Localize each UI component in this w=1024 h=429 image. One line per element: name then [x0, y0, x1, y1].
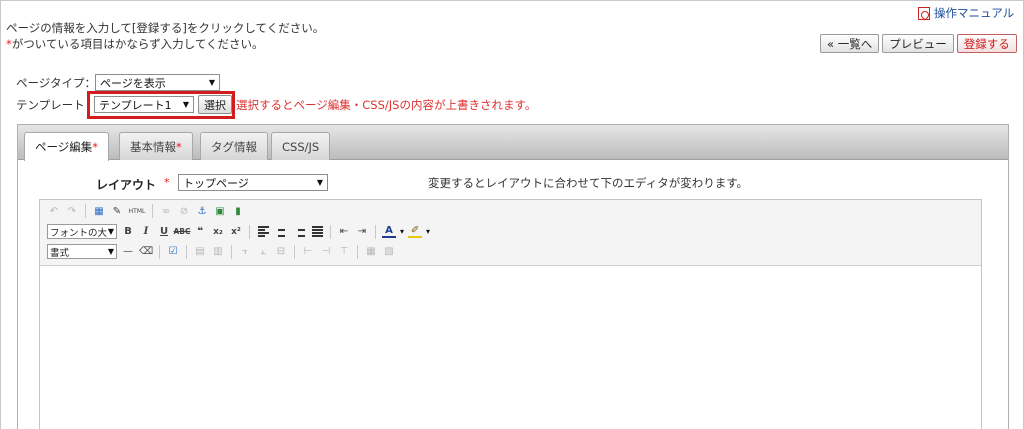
col-insert-after-icon[interactable]: ⫠	[256, 245, 270, 259]
toolbar-separator	[330, 224, 331, 239]
row-delete-icon[interactable]: ▥	[211, 245, 225, 259]
manual-link[interactable]: 操作マニュアル	[934, 5, 1014, 21]
unlink-icon[interactable]: ⊘	[177, 204, 191, 218]
bold-icon[interactable]: B	[121, 225, 135, 239]
image-icon[interactable]: ▣	[213, 204, 227, 218]
cell-split-icon[interactable]: ⊢	[301, 245, 315, 259]
horizontal-rule-icon[interactable]: —	[121, 245, 135, 259]
format-select[interactable]: 書式 ▼	[47, 244, 117, 259]
table-props-icon[interactable]: ▦	[364, 245, 378, 259]
html-source-icon[interactable]: HTML	[128, 204, 146, 218]
layout-required-mark: *	[164, 176, 170, 189]
editor-toolbar: ↶ ↷ ▦ ✎ HTML ∞ ⊘ ⚓ ▣ ▮ フォントの大きさ ▼ B I U …	[40, 200, 981, 266]
layout-hint: 変更するとレイアウトに合わせて下のエディタが変わります。	[428, 176, 749, 190]
blockquote-icon[interactable]: ❝	[193, 225, 207, 239]
toolbar-separator	[186, 244, 187, 259]
dropdown-arrow-icon: ▼	[316, 178, 323, 187]
eraser-icon[interactable]: ⌫	[139, 245, 153, 259]
toolbar-separator	[375, 224, 376, 239]
link-icon[interactable]: ∞	[159, 204, 173, 218]
media-icon[interactable]: ▮	[231, 204, 245, 218]
toolbar-separator	[152, 204, 153, 218]
instruction-line-2-text: がついている項目はかならず入力してください。	[11, 37, 264, 51]
layout-label: レイアウト	[96, 178, 157, 192]
align-left-icon[interactable]	[256, 225, 270, 239]
dropdown-arrow-icon[interactable]: ▾	[400, 227, 404, 236]
template-value: テンプレート1	[99, 98, 172, 112]
cell-merge-icon[interactable]: ⊣	[319, 245, 333, 259]
layout-value: トップページ	[183, 176, 249, 190]
pdf-icon	[918, 6, 930, 20]
cleanup-icon[interactable]: ✎	[110, 204, 124, 218]
template-select[interactable]: テンプレート1 ▼	[94, 96, 194, 113]
back-to-list-button[interactable]: « 一覧へ	[820, 34, 880, 53]
cell-props-icon[interactable]: ⊤	[337, 245, 351, 259]
row-insert-icon[interactable]: ▤	[193, 245, 207, 259]
template-label: テンプレート	[16, 98, 85, 112]
table-delete-icon[interactable]: ▧	[382, 245, 396, 259]
subscript-icon[interactable]: x₂	[211, 225, 225, 239]
preview-button[interactable]: プレビュー	[882, 34, 954, 53]
underline-icon[interactable]: U	[157, 225, 171, 239]
page-type-select[interactable]: ページを表示 ▼	[95, 74, 220, 91]
superscript-icon[interactable]: x²	[229, 225, 243, 239]
toolbar-separator	[357, 244, 358, 259]
layout-label-group: レイアウト *	[96, 176, 170, 193]
page-type-label: ページタイプ：	[16, 76, 97, 90]
col-insert-before-icon[interactable]: ⫟	[238, 245, 252, 259]
outdent-icon[interactable]: ⇤	[337, 225, 351, 239]
highlight-color-icon[interactable]: ✐	[408, 225, 423, 238]
action-buttons: « 一覧へ プレビュー 登録する	[820, 34, 1017, 53]
tab-css-js[interactable]: CSS/JS	[271, 132, 331, 160]
instructions: ページの情報を入力して[登録する]をクリックしてください。 *がついている項目は…	[6, 20, 324, 52]
tab-bar: ページ編集 * 基本情報 * タグ情報 CSS/JS	[18, 125, 1008, 161]
dropdown-arrow-icon: ▼	[182, 100, 189, 109]
undo-icon[interactable]: ↶	[47, 204, 61, 218]
align-justify-icon[interactable]	[310, 225, 324, 239]
template-select-button[interactable]: 選択	[198, 95, 232, 114]
rich-text-editor[interactable]: ↶ ↷ ▦ ✎ HTML ∞ ⊘ ⚓ ▣ ▮ フォントの大きさ ▼ B I U …	[39, 199, 982, 429]
page-type-value: ページを表示	[100, 76, 166, 90]
dropdown-arrow-icon[interactable]: ▾	[426, 227, 430, 236]
editor-content-area[interactable]	[40, 267, 981, 429]
toolbar-row-2: フォントの大きさ ▼ B I U ABC ❝ x₂ x² ⇤ ⇥ A ▾ ✐ ▾	[47, 224, 430, 239]
dropdown-arrow-icon: ▼	[208, 78, 215, 87]
toolbar-separator	[159, 244, 160, 259]
align-right-icon[interactable]	[292, 225, 306, 239]
register-button[interactable]: 登録する	[956, 34, 1017, 53]
font-size-select[interactable]: フォントの大きさ ▼	[47, 224, 117, 239]
manual-link-group[interactable]: 操作マニュアル	[918, 5, 1014, 21]
col-delete-icon[interactable]: ⊟	[274, 245, 288, 259]
indent-icon[interactable]: ⇥	[355, 225, 369, 239]
table-icon[interactable]: ▦	[92, 204, 106, 218]
dropdown-arrow-icon: ▼	[107, 227, 114, 236]
dropdown-arrow-icon: ▼	[107, 247, 114, 256]
toolbar-separator	[85, 204, 86, 218]
font-color-icon[interactable]: A	[382, 225, 396, 238]
tab-tag-info[interactable]: タグ情報	[200, 132, 268, 160]
tab-page-edit[interactable]: ページ編集 *	[24, 132, 110, 161]
toolbar-separator	[249, 224, 250, 239]
edit-box-icon[interactable]: ☑	[166, 245, 180, 259]
align-center-icon[interactable]	[274, 225, 288, 239]
layout-select[interactable]: トップページ ▼	[178, 174, 328, 191]
instruction-line-1: ページの情報を入力して[登録する]をクリックしてください。	[6, 21, 325, 35]
toolbar-separator	[231, 244, 232, 259]
redo-icon[interactable]: ↷	[65, 204, 79, 218]
toolbar-separator	[294, 244, 295, 259]
template-warning: 選択するとページ編集・CSS/JSの内容が上書きされます。	[236, 98, 537, 112]
tab-basic-info[interactable]: 基本情報 *	[119, 132, 193, 160]
anchor-icon[interactable]: ⚓	[195, 204, 209, 218]
strikethrough-icon[interactable]: ABC	[173, 225, 190, 239]
italic-icon[interactable]: I	[139, 225, 153, 239]
toolbar-row-1: ↶ ↷ ▦ ✎ HTML ∞ ⊘ ⚓ ▣ ▮	[47, 204, 245, 218]
instruction-line-2: *がついている項目はかならず入力してください。	[6, 36, 324, 52]
toolbar-row-3: 書式 ▼ — ⌫ ☑ ▤ ▥ ⫟ ⫠ ⊟ ⊢ ⊣ ⊤ ▦ ▧	[47, 244, 396, 259]
